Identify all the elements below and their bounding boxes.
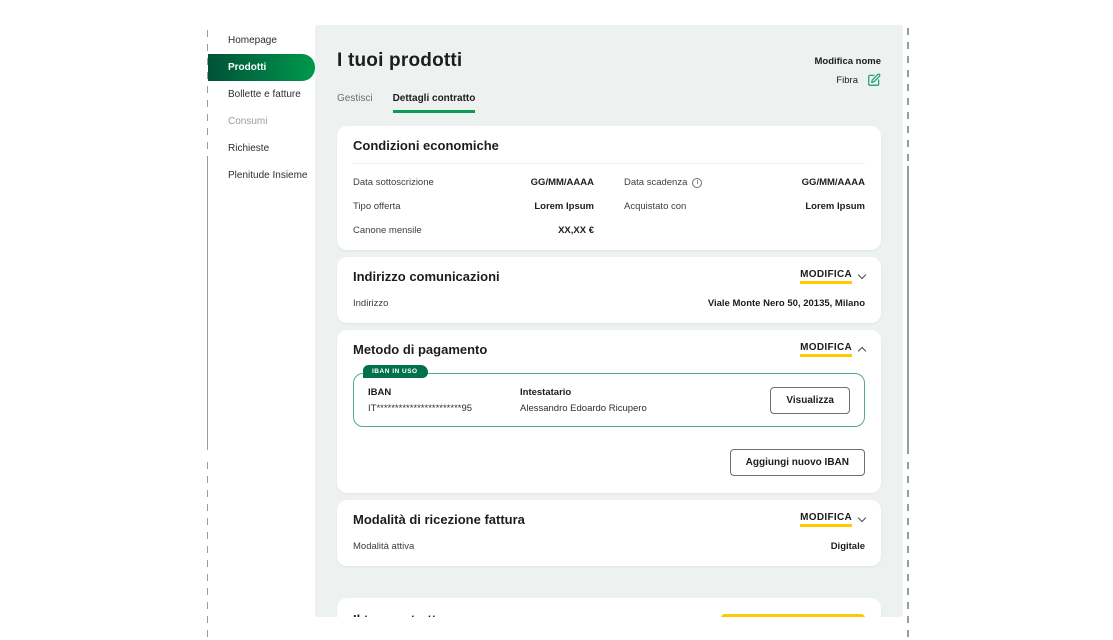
field-label: Data sottoscrizione: [353, 177, 434, 188]
tab-gestisci[interactable]: Gestisci: [337, 93, 373, 113]
scarica-documento-button[interactable]: Scarica documento: [721, 614, 865, 617]
sidebar-item-homepage[interactable]: Homepage: [208, 27, 315, 54]
card-indirizzo-comunicazioni: Indirizzo comunicazioni MODIFICA Indiriz…: [337, 257, 881, 323]
iban-in-uso-badge: IBAN IN USO: [363, 365, 428, 378]
guide-line-right: [907, 0, 909, 640]
aggiungi-nuovo-iban-button[interactable]: Aggiungi nuovo IBAN: [730, 449, 865, 476]
chevron-down-icon: [858, 270, 866, 278]
field-tipo-offerta: Tipo offerta Lorem Ipsum: [353, 201, 594, 212]
tab-bar: Gestisci Dettagli contratto: [337, 93, 881, 113]
sidebar-item-richieste[interactable]: Richieste: [208, 135, 315, 162]
field-label: Data scadenza i: [624, 177, 702, 188]
sidebar-item-bollette-e-fatture[interactable]: Bollette e fatture: [208, 81, 315, 108]
field-label: Acquistato con: [624, 201, 686, 212]
modifica-label: MODIFICA: [800, 342, 852, 357]
modifica-pagamento-link[interactable]: MODIFICA: [800, 342, 865, 357]
guide-dash-bottom: [907, 462, 909, 640]
main-content: I tuoi prodotti Modifica nome Fibra Gest…: [315, 25, 903, 617]
product-rename-block: Modifica nome Fibra: [814, 56, 881, 87]
holder-label: Intestatario: [520, 387, 770, 398]
card-metodo-di-pagamento: Metodo di pagamento MODIFICA IBAN IN USO…: [337, 330, 881, 493]
field-data-sottoscrizione: Data sottoscrizione GG/MM/AAAA: [353, 177, 594, 188]
field-value: GG/MM/AAAA: [802, 177, 865, 188]
iban-value: IT***********************95: [368, 403, 520, 414]
guide-dash-top: [907, 28, 909, 166]
chevron-up-icon: [858, 347, 866, 355]
guide-solid-middle: [907, 166, 909, 454]
field-value: GG/MM/AAAA: [531, 177, 594, 188]
product-name: Fibra: [836, 75, 858, 86]
condizioni-title: Condizioni economiche: [353, 138, 499, 153]
contratto-title: Il tuo contratto: [353, 612, 553, 617]
holder-column: Intestatario Alessandro Edoardo Ricupero: [520, 387, 770, 414]
iban-label: IBAN: [368, 387, 520, 398]
field-canone-mensile: Canone mensile XX,XX €: [353, 225, 594, 236]
card-modalita-ricezione-fattura: Modalità di ricezione fattura MODIFICA M…: [337, 500, 881, 566]
visualizza-button[interactable]: Visualizza: [770, 387, 850, 414]
field-label: Indirizzo: [353, 298, 388, 309]
modifica-indirizzo-link[interactable]: MODIFICA: [800, 269, 865, 284]
sidebar: Homepage Prodotti Bollette e fatture Con…: [208, 27, 315, 189]
sidebar-item-consumi[interactable]: Consumi: [208, 108, 315, 135]
modifica-label: MODIFICA: [800, 269, 852, 284]
info-icon[interactable]: i: [692, 178, 702, 188]
guide-solid-middle: [207, 162, 208, 450]
field-acquistato-con: Acquistato con Lorem Ipsum: [624, 201, 865, 212]
field-data-scadenza: Data scadenza i GG/MM/AAAA: [624, 177, 865, 188]
guide-dash-bottom: [207, 462, 208, 640]
page-title: I tuoi prodotti: [337, 50, 462, 87]
field-value: Digitale: [831, 541, 865, 552]
modifica-fattura-link[interactable]: MODIFICA: [800, 512, 865, 527]
iban-column: IBAN IT***********************95: [368, 387, 520, 414]
field-indirizzo: Indirizzo Viale Monte Nero 50, 20135, Mi…: [353, 298, 865, 309]
pagamento-title: Metodo di pagamento: [353, 342, 487, 357]
tab-dettagli-contratto[interactable]: Dettagli contratto: [393, 93, 476, 113]
indirizzo-title: Indirizzo comunicazioni: [353, 269, 500, 284]
contratto-text-block: Il tuo contratto Scarica sul tuo disposi…: [353, 612, 553, 617]
field-modalita-attiva: Modalità attiva Digitale: [353, 541, 865, 552]
page-header: I tuoi prodotti Modifica nome Fibra: [337, 40, 881, 87]
edit-pencil-icon[interactable]: [867, 73, 881, 87]
fattura-title: Modalità di ricezione fattura: [353, 512, 525, 527]
iban-in-uso-box: IBAN IN USO IBAN IT*********************…: [353, 373, 865, 427]
card-il-tuo-contratto: Il tuo contratto Scarica sul tuo disposi…: [337, 598, 881, 617]
field-value: XX,XX €: [558, 225, 594, 236]
field-value: Lorem Ipsum: [805, 201, 865, 212]
field-label: Modalità attiva: [353, 541, 414, 552]
field-value: Lorem Ipsum: [534, 201, 594, 212]
chevron-down-icon: [858, 513, 866, 521]
rename-label: Modifica nome: [814, 56, 881, 67]
field-label: Tipo offerta: [353, 201, 401, 212]
field-label: Canone mensile: [353, 225, 422, 236]
sidebar-item-prodotti[interactable]: Prodotti: [208, 54, 315, 81]
field-value: Viale Monte Nero 50, 20135, Milano: [708, 298, 865, 309]
modifica-label: MODIFICA: [800, 512, 852, 527]
card-condizioni-economiche: Condizioni economiche Data sottoscrizion…: [337, 126, 881, 250]
holder-value: Alessandro Edoardo Ricupero: [520, 403, 770, 414]
sidebar-item-plenitude-insieme[interactable]: Plenitude Insieme: [208, 162, 315, 189]
